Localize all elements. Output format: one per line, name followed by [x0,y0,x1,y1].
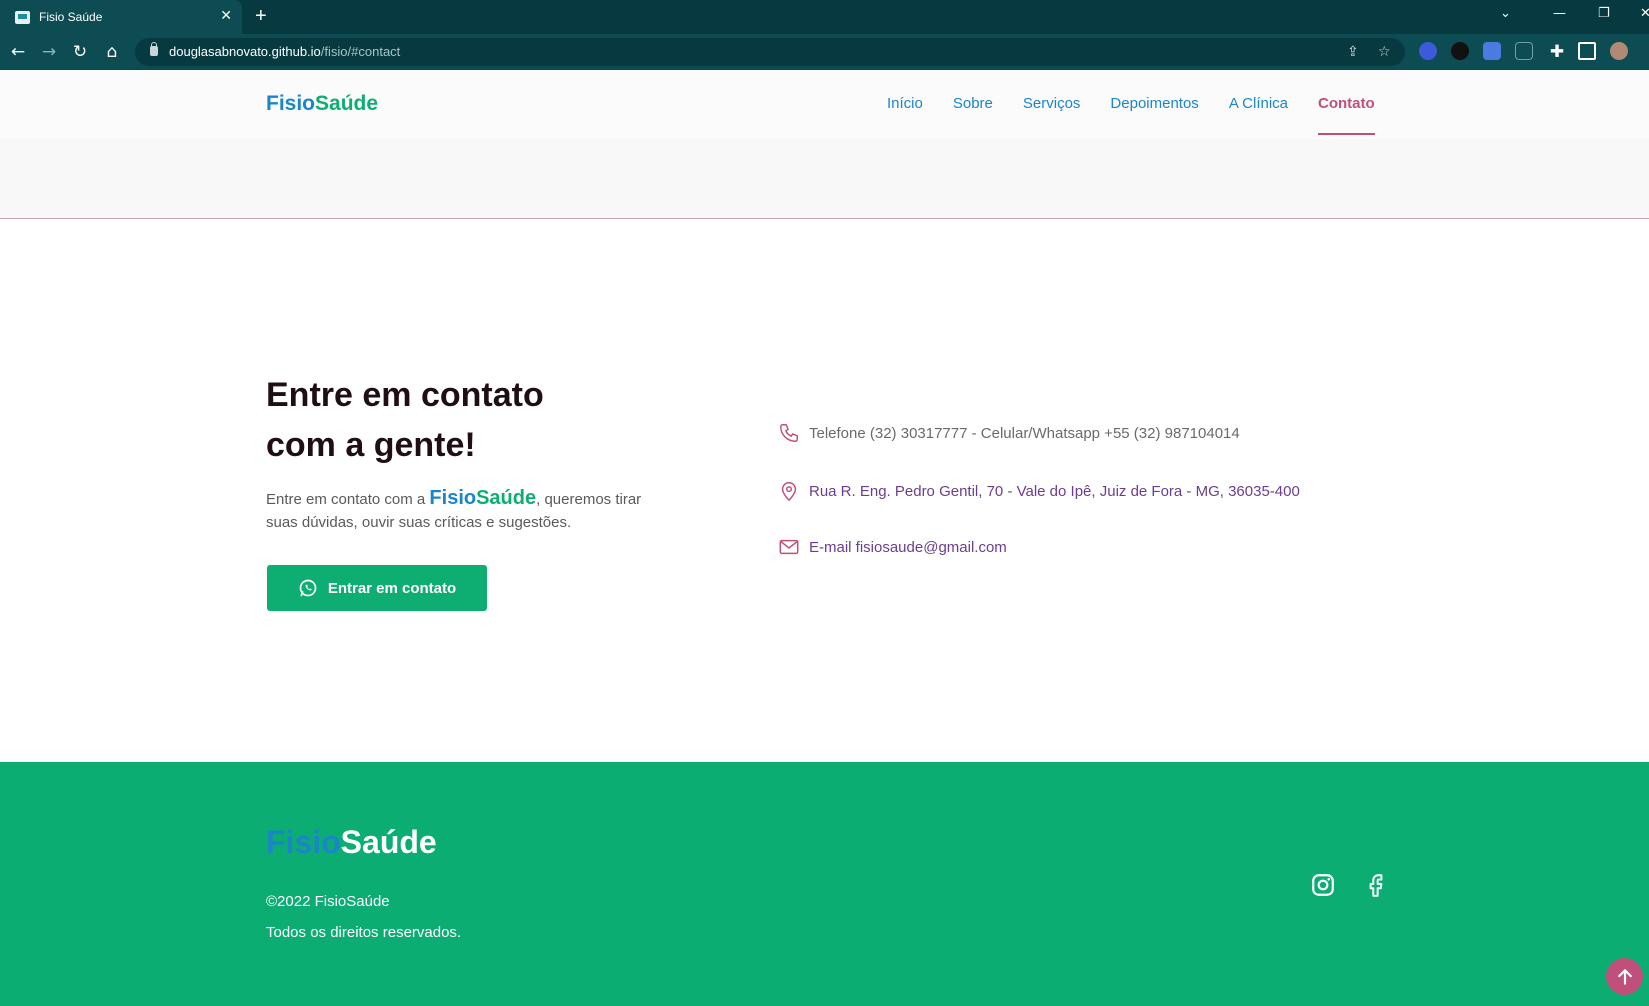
phone-text: Telefone (32) 30317777 - Celular/Whatsap… [809,424,1240,442]
site-header: FisioSaúde Início Sobre Serviços Depoime… [0,70,1649,139]
lock-icon [150,42,158,56]
contact-email: E-mail fisiosaude@gmail.com [778,536,1007,558]
new-tab-button[interactable]: + [255,5,267,27]
cta-label: Entrar em contato [327,579,457,597]
site-footer: FisioSaúde ©2022 FisioSaúde Todos os dir… [0,762,1649,1006]
mail-icon [779,539,799,555]
instagram-icon [1312,874,1334,896]
footer-rights: Todos os direitos reservados. [266,924,462,941]
back-to-top-button[interactable] [1606,958,1643,995]
nav-a-clinica[interactable]: A Clínica [1229,95,1288,112]
extension-settings-icon[interactable] [1419,42,1437,60]
address-bar[interactable]: douglasabnovato.github.io/fisio/#contact… [135,38,1405,66]
browser-tab[interactable]: Fisio Saúde ✕ [0,0,242,34]
browser-toolbar: ← → ↻ ⌂ douglasabnovato.github.io/fisio/… [0,34,1649,70]
location-icon [781,482,797,502]
instagram-link[interactable] [1310,872,1336,898]
extensions-puzzle-icon[interactable]: ✚ [1545,40,1569,64]
nav-inicio[interactable]: Início [887,95,923,112]
arrow-up-icon [1617,968,1632,985]
section-divider-band [0,139,1649,219]
footer-copyright: ©2022 FisioSaúde [266,893,390,910]
tab-search-icon[interactable]: ⌄ [1500,6,1511,21]
whatsapp-icon [299,579,317,597]
translate-extension-icon[interactable] [1483,42,1501,60]
contact-cta-button[interactable]: Entrar em contato [267,565,487,611]
reload-icon[interactable]: ↻ [68,40,92,64]
footer-logo[interactable]: FisioSaúde [266,824,437,861]
email-text[interactable]: E-mail fisiosaude@gmail.com [809,539,1007,556]
tab-title: Fisio Saúde [39,10,103,24]
nav-sobre[interactable]: Sobre [953,95,993,112]
nav-contato[interactable]: Contato [1318,95,1375,135]
phone-icon [780,424,798,442]
back-icon[interactable]: ← [6,40,30,64]
contact-title: Entre em contato com a gente! [266,376,544,464]
contact-address: Rua R. Eng. Pedro Gentil, 70 - Vale do I… [778,480,1300,502]
inline-logo: FisioSaúde [429,487,537,509]
close-window-button[interactable]: ✕ [1640,6,1649,21]
forward-icon[interactable]: → [37,40,61,64]
minimize-button[interactable]: — [1553,6,1566,21]
contact-description: Entre em contato com a FisioSaúde, quere… [266,487,642,531]
restore-button[interactable]: ❐ [1598,6,1610,21]
url-text: douglasabnovato.github.io/fisio/#contact [169,44,401,59]
extension-monitor-icon[interactable] [1451,42,1469,60]
contact-phone: Telefone (32) 30317777 - Celular/Whatsap… [778,422,1240,444]
profile-avatar[interactable] [1610,42,1628,60]
bookmark-star-icon[interactable]: ☆ [1378,44,1391,60]
share-icon[interactable]: ⇪ [1347,44,1359,60]
tab-close-icon[interactable]: ✕ [220,8,232,24]
nav-depoimentos[interactable]: Depoimentos [1110,95,1198,112]
facebook-link[interactable] [1363,872,1389,898]
browser-tab-bar: Fisio Saúde ✕ + ⌄ — ❐ ✕ [0,0,1649,34]
address-text: Rua R. Eng. Pedro Gentil, 70 - Vale do I… [809,482,1300,500]
header-logo[interactable]: FisioSaúde [266,92,378,116]
side-panel-icon[interactable] [1578,42,1596,60]
site-favicon-icon [15,10,30,24]
extension-x-icon[interactable] [1515,42,1533,60]
nav-servicos[interactable]: Serviços [1023,95,1081,112]
main-nav: Início Sobre Serviços Depoimentos A Clín… [887,95,1375,135]
home-icon[interactable]: ⌂ [100,40,124,64]
facebook-icon [1369,874,1383,897]
